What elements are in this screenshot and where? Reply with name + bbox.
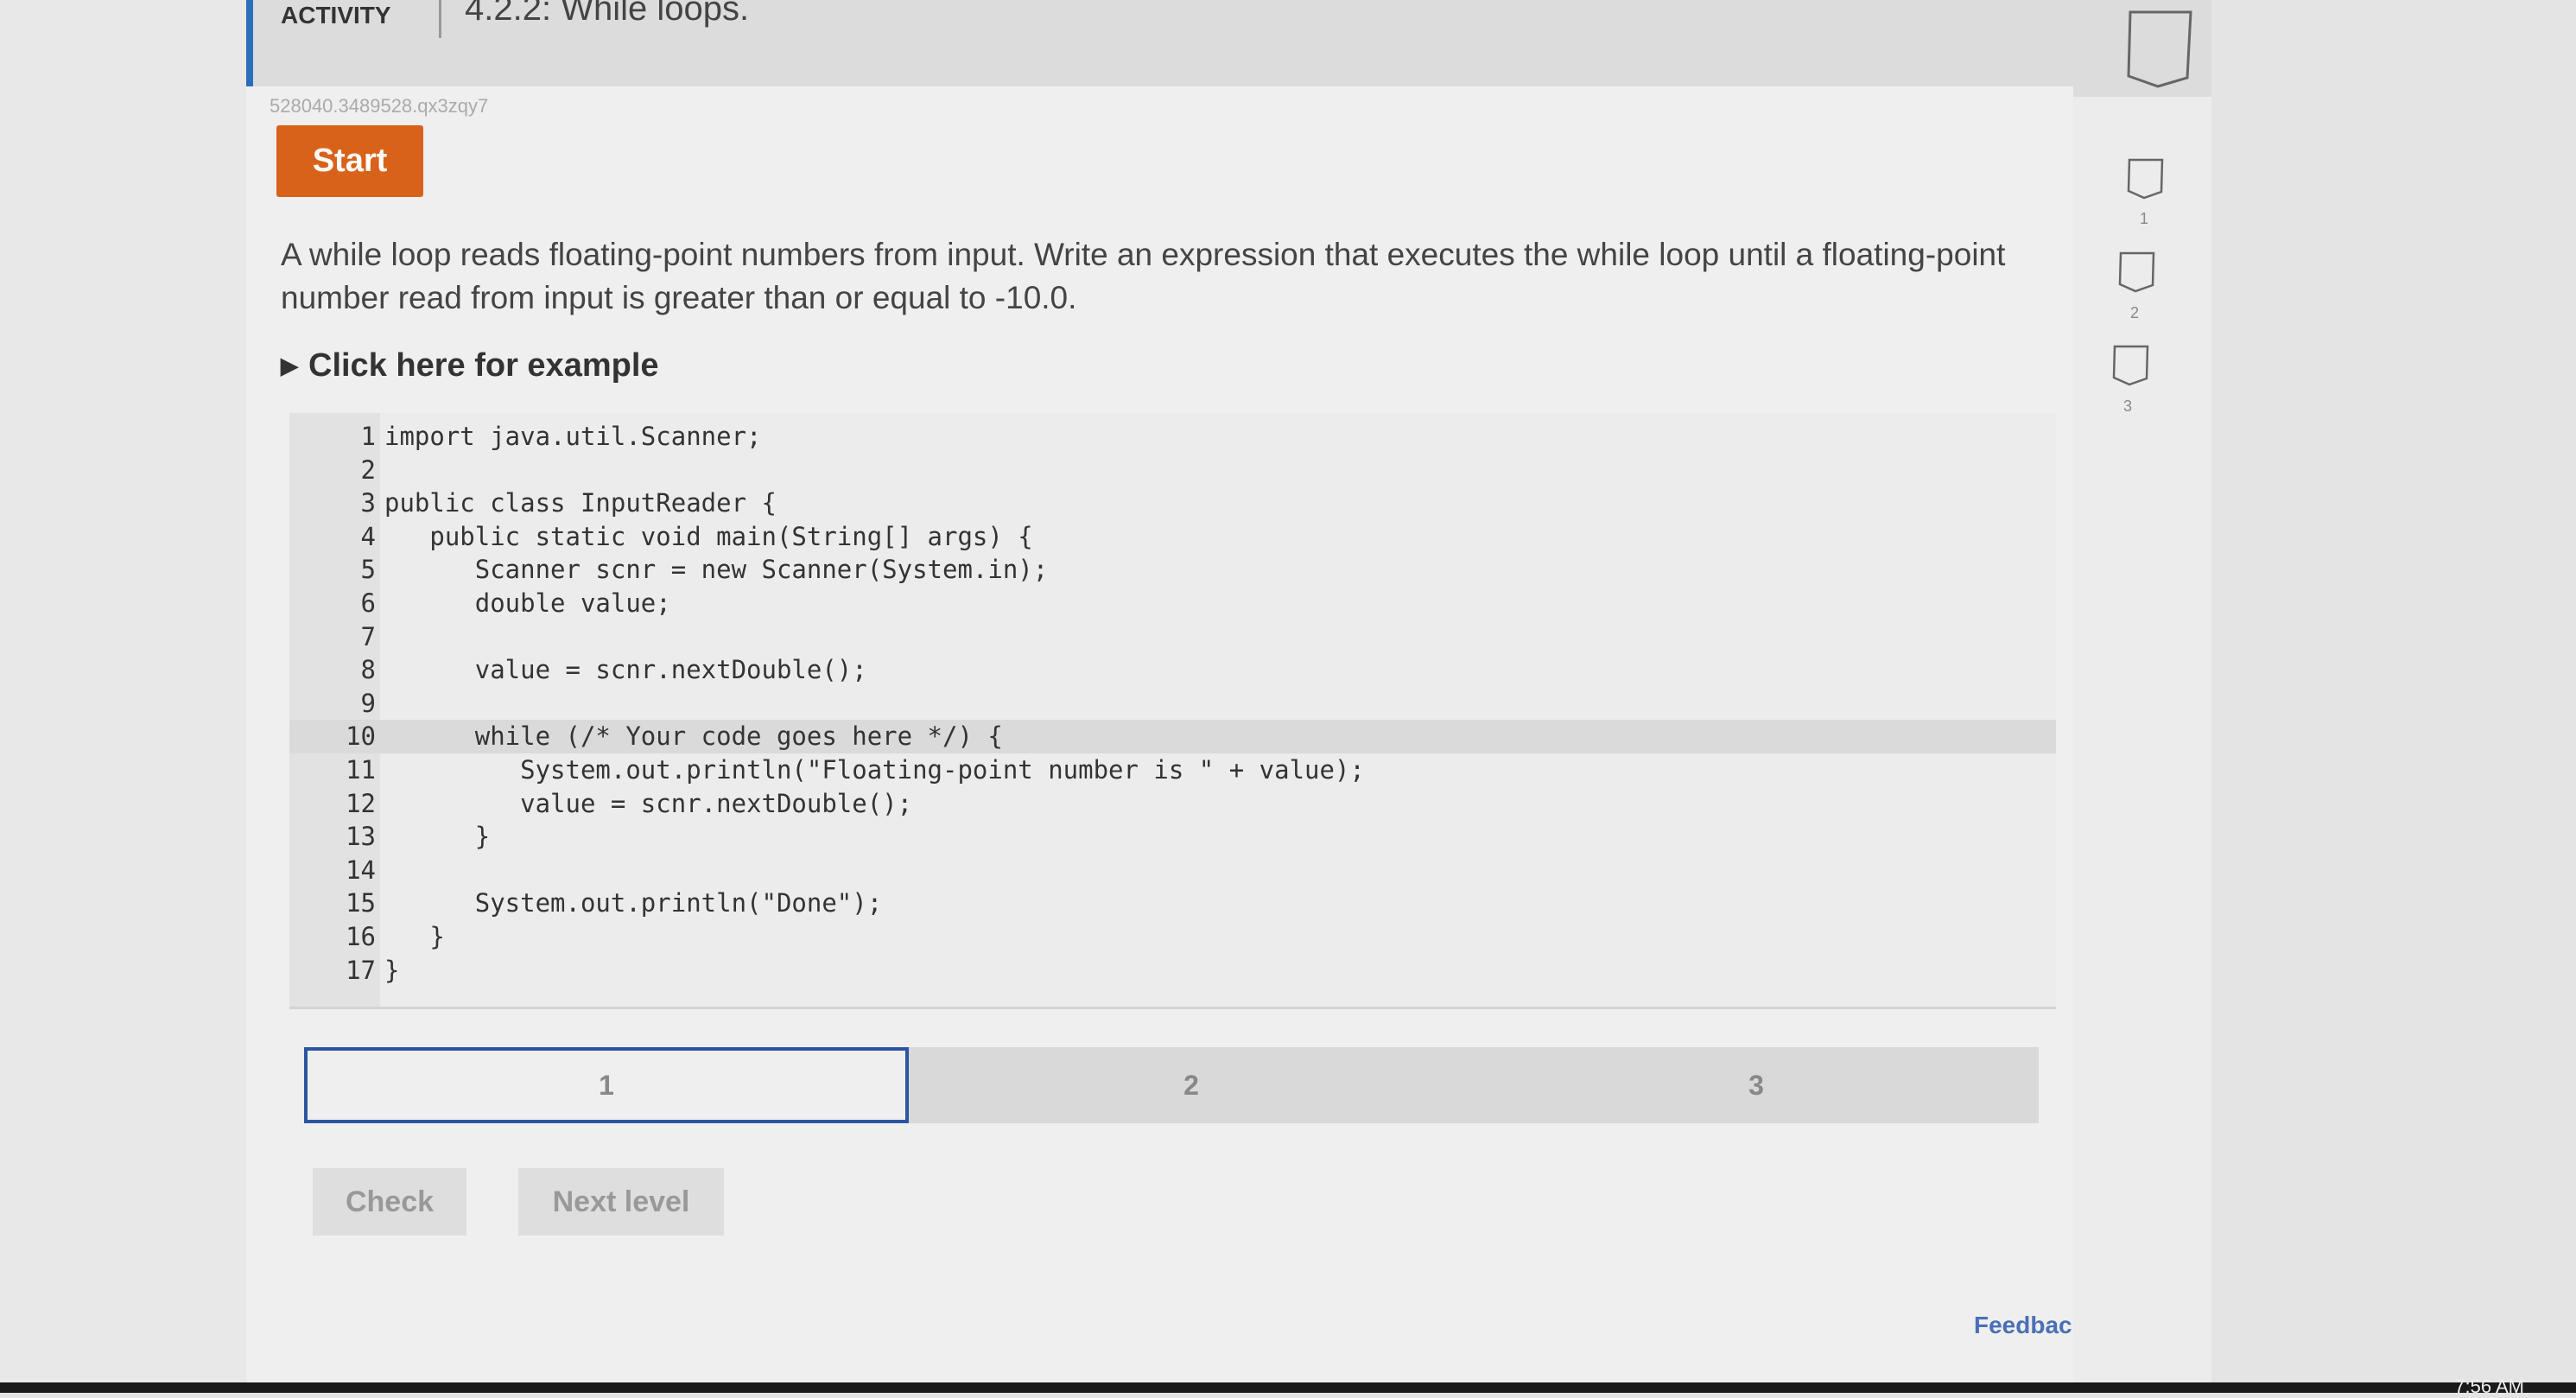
- start-button[interactable]: Start: [276, 125, 423, 197]
- level-2-tab[interactable]: 2: [909, 1047, 1474, 1123]
- code-text: }: [384, 922, 445, 951]
- line-number: 9: [360, 688, 376, 718]
- example-toggle[interactable]: ▶ Click here for example: [281, 347, 659, 384]
- code-editor[interactable]: 1 import java.util.Scanner; 2 3 public class…: [289, 413, 2056, 1009]
- badge-shield-icon: [2118, 251, 2155, 293]
- code-line[interactable]: 9: [289, 687, 2056, 721]
- taskbar: [0, 1382, 2576, 1393]
- page-title: 4.2.2: While loops.: [465, 0, 750, 28]
- code-text: value = scnr.nextDouble();: [384, 655, 867, 685]
- example-label: Click here for example: [308, 347, 659, 384]
- check-button[interactable]: Check: [313, 1168, 466, 1236]
- code-text: while (/* Your code goes here */) {: [384, 721, 1003, 752]
- line-number: 17: [346, 955, 376, 985]
- code-text: import java.util.Scanner;: [384, 422, 762, 451]
- code-line[interactable]: 5 Scanner scnr = new Scanner(System.in);: [289, 553, 2056, 587]
- code-text: System.out.println("Done");: [384, 888, 883, 918]
- code-line[interactable]: 12 value = scnr.nextDouble();: [289, 787, 2056, 821]
- badge-label: 2: [2130, 304, 2140, 321]
- code-line[interactable]: 8 value = scnr.nextDouble();: [289, 653, 2056, 687]
- code-line[interactable]: 17}: [289, 954, 2056, 988]
- badge-label: 1: [2140, 210, 2149, 227]
- code-line[interactable]: 7: [289, 620, 2056, 654]
- code-line[interactable]: 11 System.out.println("Floating-point nu…: [289, 753, 2056, 787]
- code-line[interactable]: 3 public class InputReader {: [289, 486, 2056, 520]
- code-text: System.out.println("Floating-point numbe…: [384, 755, 1365, 785]
- level-1-tab[interactable]: 1: [304, 1047, 909, 1123]
- line-number: 12: [346, 788, 376, 818]
- code-text: Scanner scnr = new Scanner(System.in);: [384, 555, 1049, 585]
- line-number: 7: [360, 621, 376, 651]
- code-line[interactable]: 4 public static void main(String[] args)…: [289, 520, 2056, 554]
- code-text: value = scnr.nextDouble();: [384, 788, 913, 818]
- line-number: 14: [346, 855, 376, 885]
- line-number: 11: [346, 755, 376, 785]
- badge-label: 3: [2123, 397, 2133, 415]
- line-number: 3: [360, 488, 376, 518]
- page-margin: [0, 0, 246, 1382]
- code-text: public static void main(String[] args) {: [384, 521, 1033, 551]
- code-line[interactable]: 16 }: [289, 920, 2056, 954]
- line-number: 1: [360, 422, 376, 451]
- code-text: }: [384, 822, 491, 852]
- code-text: public class InputReader {: [384, 488, 777, 518]
- badge-shield-icon: [2112, 345, 2149, 386]
- code-text: }: [384, 955, 400, 985]
- line-number: 4: [360, 521, 376, 551]
- progress-sidebar: [2073, 0, 2211, 1382]
- next-level-button[interactable]: Next level: [518, 1168, 724, 1236]
- code-line[interactable]: 15 System.out.println("Done");: [289, 886, 2056, 920]
- line-number: 6: [360, 588, 376, 618]
- line-number: 8: [360, 655, 376, 685]
- line-number: 15: [346, 888, 376, 918]
- badge-shield-icon: [2127, 10, 2192, 88]
- code-line[interactable]: 13 }: [289, 820, 2056, 854]
- activity-header: ACTIVITY 4.2.2: While loops.: [246, 0, 2073, 86]
- taskbar-clock: 7:56 AM: [2454, 1376, 2524, 1397]
- triangle-right-icon: ▶: [281, 353, 298, 378]
- code-line[interactable]: 2: [289, 454, 2056, 487]
- divider: [439, 0, 441, 38]
- activity-id: 528040.3489528.qx3zqy7: [270, 95, 489, 117]
- level-3-tab[interactable]: 3: [1474, 1047, 2039, 1123]
- code-text: double value;: [384, 588, 671, 618]
- code-line[interactable]: 10 while (/* Your code goes here */) {: [289, 720, 2056, 753]
- line-number: 2: [360, 454, 376, 485]
- section-label: ACTIVITY: [281, 2, 391, 29]
- badge-shield-icon: [2127, 158, 2164, 200]
- code-line[interactable]: 14: [289, 854, 2056, 887]
- level-bar: 1 2 3: [304, 1047, 2039, 1123]
- code-line[interactable]: 6 double value;: [289, 587, 2056, 620]
- line-number: 16: [346, 922, 376, 951]
- instructions: A while loop reads floating-point number…: [281, 237, 2006, 315]
- line-number: 10: [346, 721, 376, 752]
- code-line[interactable]: 1 import java.util.Scanner;: [289, 420, 2056, 454]
- line-number: 13: [346, 822, 376, 852]
- line-number: 5: [360, 555, 376, 585]
